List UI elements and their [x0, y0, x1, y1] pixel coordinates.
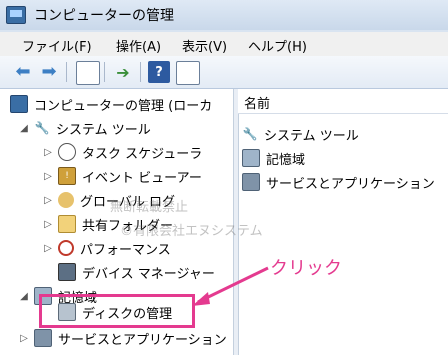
toolbar: ⬅ ➡ ➔ ?	[0, 56, 448, 89]
tree-item-task-scheduler[interactable]: ▷ タスク スケジューラ	[42, 141, 202, 163]
computer-icon	[10, 95, 28, 113]
clock-icon	[58, 143, 76, 161]
click-annotation: クリック	[270, 258, 342, 279]
list-item-label: 記憶域	[266, 152, 306, 168]
list-item[interactable]: 記憶域	[242, 147, 305, 169]
watermark-text: ©有限会社エヌシステム	[120, 224, 263, 239]
column-header-label: 名前	[244, 97, 271, 112]
highlight-box	[39, 294, 195, 328]
help-icon[interactable]: ?	[148, 61, 170, 83]
menu-help[interactable]: ヘルプ(H)	[248, 36, 307, 55]
show-action-pane-icon[interactable]	[176, 61, 200, 85]
collapsed-arrow-icon[interactable]: ▷	[42, 243, 54, 254]
services-icon	[34, 329, 52, 347]
expanded-arrow-icon[interactable]: ◢	[18, 123, 30, 134]
services-icon	[242, 173, 260, 191]
users-icon	[58, 192, 74, 208]
menu-view[interactable]: 表示(V)	[182, 36, 227, 55]
list-item-label: システム ツール	[264, 128, 359, 144]
tree-item-label: パフォーマンス	[80, 242, 171, 258]
toolbar-separator	[66, 62, 67, 82]
tree-item-label: タスク スケジューラ	[82, 146, 203, 162]
title-bar: コンピューターの管理	[0, 0, 448, 30]
menu-action[interactable]: 操作(A)	[116, 36, 161, 55]
tree-item-system-tools[interactable]: ◢ 🔧 システム ツール	[18, 117, 151, 139]
pointer-arrow	[192, 266, 269, 306]
toolbar-separator	[140, 62, 141, 82]
tree-item-performance[interactable]: ▷ パフォーマンス	[42, 237, 171, 259]
tools-icon: 🔧	[242, 127, 258, 141]
collapsed-arrow-icon[interactable]: ▷	[42, 147, 54, 158]
storage-icon	[242, 149, 260, 167]
device-manager-icon	[58, 263, 76, 281]
collapsed-arrow-icon[interactable]: ▷	[42, 195, 54, 206]
event-viewer-icon: !	[58, 167, 76, 185]
toolbar-separator	[104, 62, 105, 82]
tree-item-label: コンピューターの管理 (ローカ	[34, 98, 213, 114]
collapsed-arrow-icon[interactable]: ▷	[42, 219, 54, 230]
list-item-label: サービスとアプリケーション	[266, 176, 435, 192]
tree-item-computer-management[interactable]: コンピューターの管理 (ローカ	[10, 93, 212, 115]
computer-management-icon	[6, 6, 26, 24]
tree-item-event-viewer[interactable]: ▷ ! イベント ビューアー	[42, 165, 202, 187]
tree-item-label: システム ツール	[56, 122, 151, 138]
menu-bar: ファイル(F) 操作(A) 表示(V) ヘルプ(H)	[0, 32, 448, 56]
list-item[interactable]: 🔧 システム ツール	[242, 123, 359, 145]
expanded-arrow-icon[interactable]: ◢	[18, 291, 30, 302]
performance-icon	[58, 240, 74, 256]
list-item[interactable]: サービスとアプリケーション	[242, 171, 435, 193]
window-title: コンピューターの管理	[34, 8, 174, 24]
watermark-text: 無断転載禁止	[110, 200, 189, 215]
tree-item-services[interactable]: ▷ サービスとアプリケーション	[18, 327, 227, 349]
export-list-icon[interactable]: ➔	[112, 61, 134, 83]
shared-folder-icon	[58, 215, 76, 233]
collapsed-arrow-icon[interactable]: ▷	[18, 333, 30, 344]
menu-file[interactable]: ファイル(F)	[22, 36, 92, 55]
result-pane: 名前 🔧 システム ツール 記憶域 サービスとアプリケーション	[238, 89, 448, 355]
tree-item-label: サービスとアプリケーション	[58, 332, 227, 348]
collapsed-arrow-icon[interactable]: ▷	[42, 171, 54, 182]
column-header-name[interactable]: 名前	[238, 89, 448, 114]
back-arrow-icon[interactable]: ⬅	[12, 61, 34, 83]
show-hide-tree-icon[interactable]	[76, 61, 100, 85]
tree-item-label: イベント ビューアー	[82, 170, 202, 186]
forward-arrow-icon[interactable]: ➡	[38, 61, 60, 83]
tools-icon: 🔧	[34, 121, 50, 135]
